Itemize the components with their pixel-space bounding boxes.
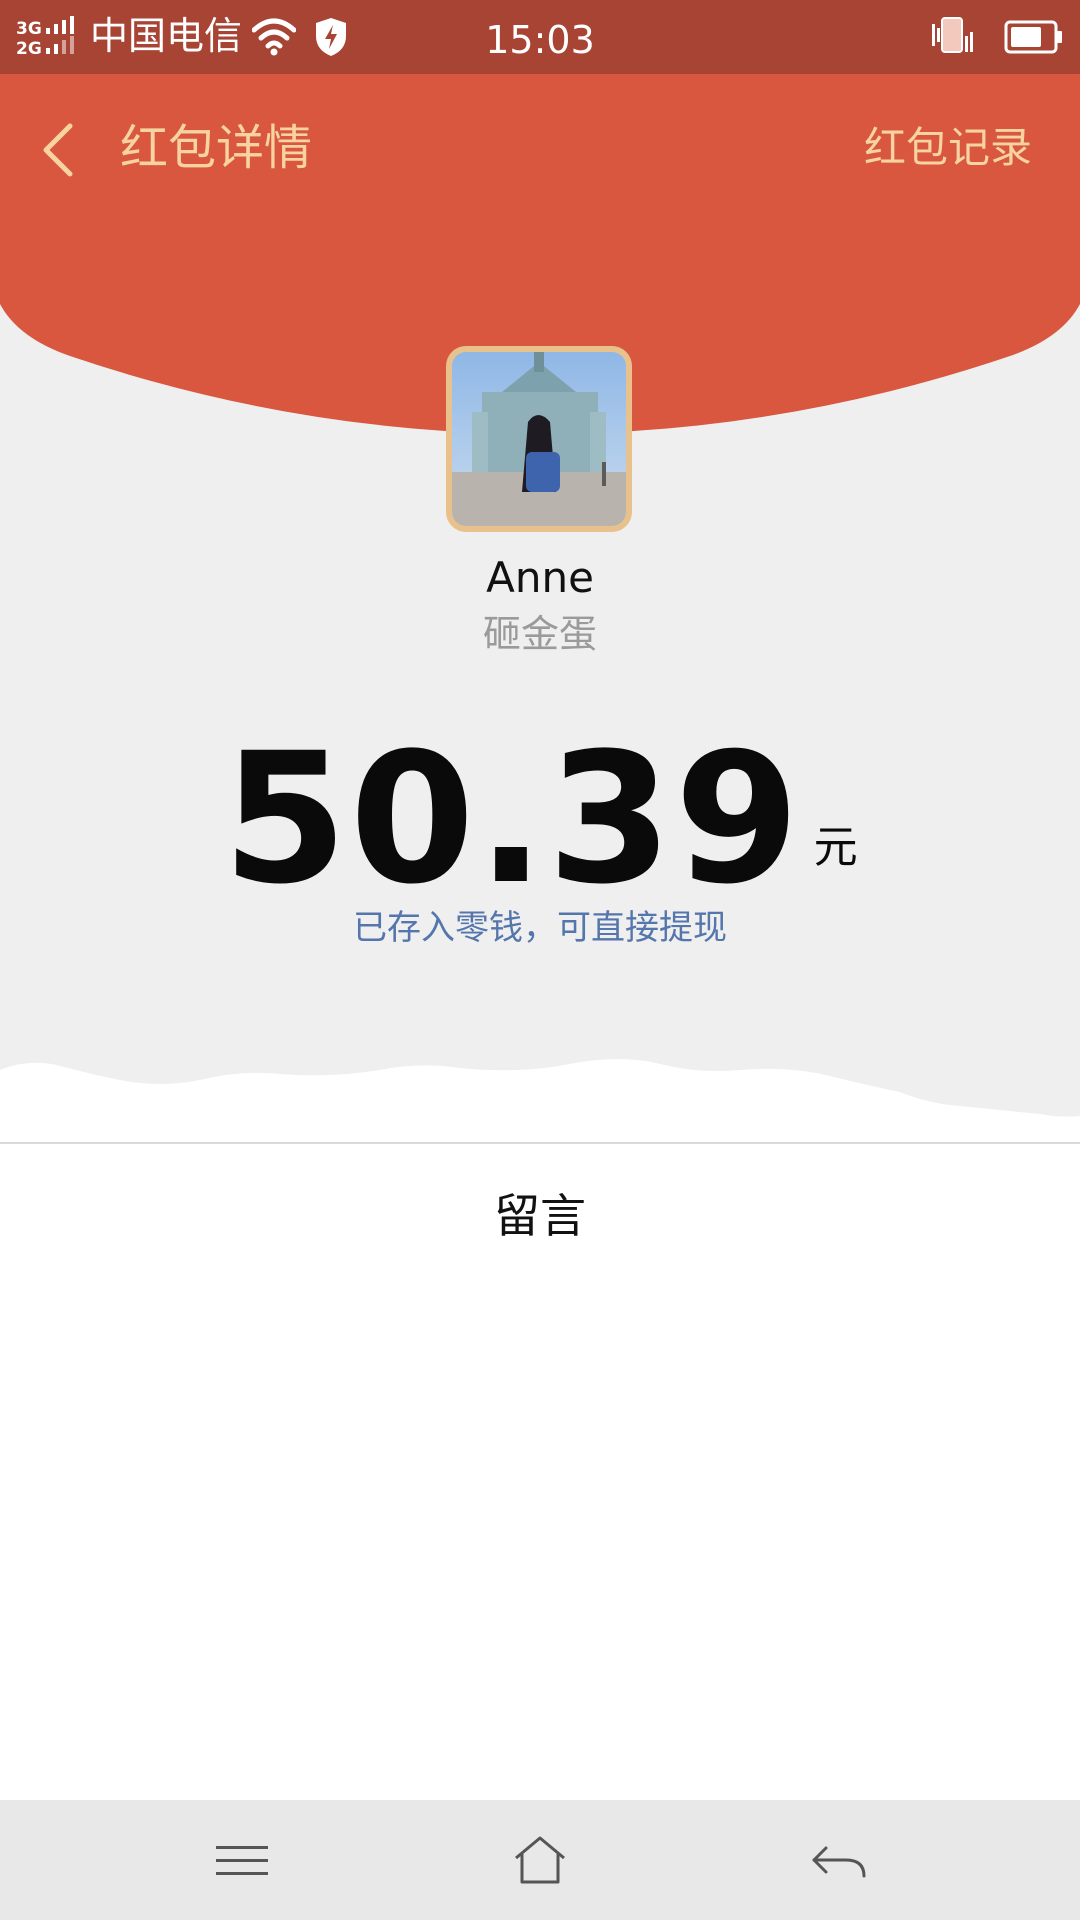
balance-note-link[interactable]: 已存入零钱，可直接提现 xyxy=(0,902,1080,954)
avatar[interactable] xyxy=(446,346,632,532)
cloud-decoration xyxy=(0,1059,1080,1144)
clock: 15:03 xyxy=(485,18,595,62)
vibrate-icon xyxy=(932,17,973,53)
message-label: 留言 xyxy=(494,1189,586,1243)
page-title: 红包详情 xyxy=(120,120,313,176)
menu-icon[interactable] xyxy=(210,1832,274,1888)
back-arrow-icon[interactable] xyxy=(806,1832,870,1888)
avatar-picture xyxy=(452,352,626,526)
battery-icon xyxy=(1004,20,1062,54)
sender-name: Anne xyxy=(486,553,594,602)
status-bar: 3G 2G 中国电信 15:03 xyxy=(0,0,1080,74)
avatar-photo xyxy=(452,352,626,526)
chevron-left-icon[interactable] xyxy=(40,122,76,178)
navigation-bar xyxy=(0,1800,1080,1920)
packet-title: 砸金蛋 xyxy=(482,612,597,656)
home-icon[interactable] xyxy=(508,1832,572,1888)
amount-row: 50.39 元 xyxy=(0,730,1080,910)
amount-unit: 元 xyxy=(813,822,858,873)
divider xyxy=(0,1142,1080,1144)
red-packet-record-link[interactable]: 红包记录 xyxy=(864,118,1032,178)
amount-value: 50.39 xyxy=(222,715,802,924)
